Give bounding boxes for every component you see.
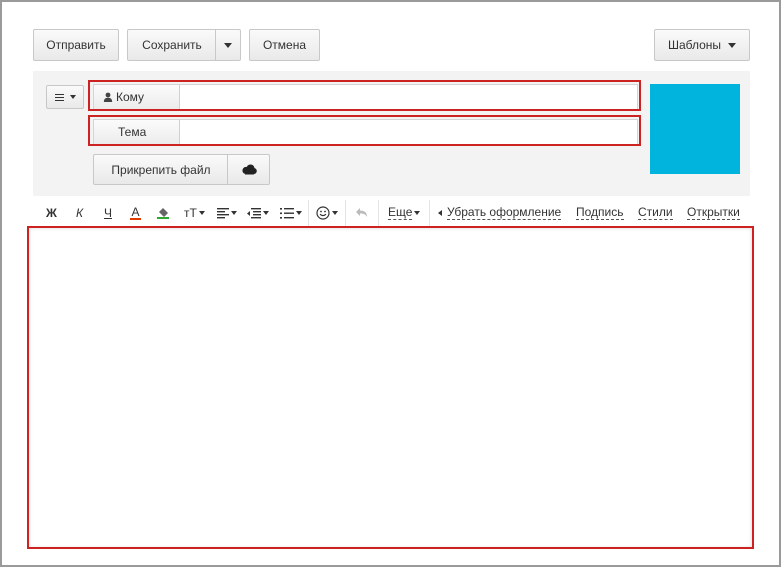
format-toolbar: Ж К Ч А тТ Еще Убрать оформление Подпись… <box>33 196 750 230</box>
save-button-label: Сохранить <box>142 38 202 52</box>
emoji-button[interactable] <box>316 204 338 222</box>
toolbar-divider <box>378 200 379 226</box>
remove-formatting-label: Убрать оформление <box>447 205 562 220</box>
person-icon <box>103 92 113 102</box>
cards-label: Открытки <box>687 205 740 220</box>
more-label: Еще <box>388 205 413 220</box>
numbered-list-icon <box>280 207 294 219</box>
align-button[interactable] <box>217 204 237 222</box>
subject-input[interactable] <box>182 120 637 144</box>
chevron-down-icon <box>332 211 338 215</box>
undo-icon <box>356 208 367 217</box>
signature-button[interactable]: Подпись <box>576 204 624 222</box>
font-color-button[interactable]: А <box>130 204 141 222</box>
chevron-down-icon <box>296 211 302 215</box>
cards-button[interactable]: Открытки <box>687 204 740 222</box>
italic-button[interactable]: К <box>76 204 83 222</box>
subject-field-label-area: Тема <box>94 120 180 144</box>
attach-file-label: Прикрепить файл <box>111 162 211 177</box>
chevron-down-icon <box>224 42 232 48</box>
italic-label: К <box>76 206 84 220</box>
font-size-label: тТ <box>184 206 197 220</box>
chevron-down-icon <box>728 42 737 48</box>
attach-from-cloud-button[interactable] <box>227 154 270 185</box>
templates-button-label: Шаблоны <box>667 38 722 52</box>
to-input[interactable] <box>182 85 637 109</box>
to-label: Кому <box>116 90 145 104</box>
bold-button[interactable]: Ж <box>46 204 57 222</box>
cancel-button-label: Отмена <box>262 38 307 52</box>
subject-field[interactable]: Тема <box>93 119 638 145</box>
chevron-down-icon <box>414 211 421 215</box>
underline-label: Ч <box>104 206 112 220</box>
chevron-left-icon <box>438 210 442 216</box>
to-field-label-area: Кому <box>94 85 180 109</box>
remove-formatting-button[interactable]: Убрать оформление <box>438 204 562 222</box>
send-button[interactable]: Отправить <box>33 29 119 61</box>
send-button-label: Отправить <box>46 38 106 52</box>
save-dropdown-button[interactable] <box>215 29 241 61</box>
message-body-editor[interactable] <box>29 228 752 548</box>
font-size-button[interactable]: тТ <box>184 204 205 222</box>
chevron-down-icon <box>198 211 205 215</box>
styles-button[interactable]: Стили <box>638 204 673 222</box>
templates-button[interactable]: Шаблоны <box>654 29 750 61</box>
cloud-icon <box>241 164 257 175</box>
chevron-down-icon <box>231 211 237 215</box>
undo-button[interactable] <box>355 204 369 222</box>
attach-file-button[interactable]: Прикрепить файл <box>93 154 228 185</box>
subject-label: Тема <box>118 125 147 139</box>
styles-label: Стили <box>638 205 673 220</box>
list-button[interactable] <box>280 204 302 222</box>
toolbar-divider <box>345 200 346 226</box>
avatar <box>650 84 740 174</box>
cancel-button[interactable]: Отмена <box>249 29 320 61</box>
smiley-icon <box>316 206 330 220</box>
indent-icon <box>247 207 261 218</box>
chevron-down-icon <box>69 95 76 99</box>
toolbar-divider <box>429 200 430 226</box>
chevron-down-icon <box>263 211 269 215</box>
compose-window: Отправить Сохранить Отмена Шаблоны Кому <box>0 0 781 567</box>
hamburger-icon <box>54 93 64 101</box>
marker-icon <box>157 208 169 219</box>
recipients-menu-button[interactable] <box>46 85 84 109</box>
more-button[interactable]: Еще <box>388 204 421 222</box>
indent-button[interactable] <box>247 204 269 222</box>
highlight-color-button[interactable] <box>156 204 170 222</box>
underline-button[interactable]: Ч <box>104 204 112 222</box>
font-color-label: А <box>131 205 140 219</box>
save-button[interactable]: Сохранить <box>127 29 216 61</box>
align-left-icon <box>217 207 229 218</box>
bold-label: Ж <box>46 206 57 220</box>
to-field[interactable]: Кому <box>93 84 638 110</box>
signature-label: Подпись <box>576 205 624 220</box>
font-color-swatch <box>130 218 141 220</box>
toolbar-divider <box>308 200 309 226</box>
compose-header: Кому Тема Прикрепить файл <box>33 71 750 196</box>
